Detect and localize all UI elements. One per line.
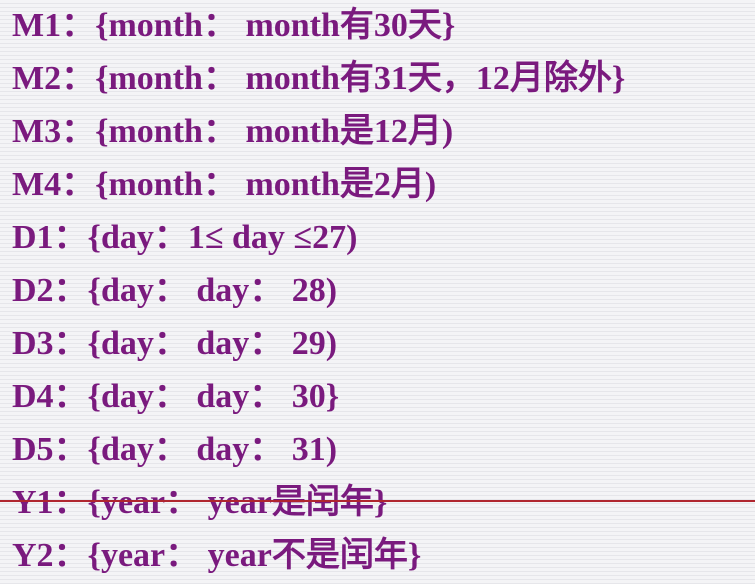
definition-line-d3: D3：{day： day： 29) bbox=[12, 325, 338, 362]
slide: M1：{month： month有30天} M2：{month： month有3… bbox=[0, 0, 755, 584]
definition-line-y2: Y2：{year： year不是闰年} bbox=[12, 537, 422, 574]
definition-line-d2: D2：{day： day： 28) bbox=[12, 272, 338, 309]
definition-line-m2: M2：{month： month有31天，12月除外} bbox=[12, 60, 626, 97]
definition-line-y1: Y1：{year： year是闰年} bbox=[12, 484, 388, 521]
definition-line-d1: D1：{day：1≤ day ≤27) bbox=[12, 219, 358, 256]
definition-line-m1: M1：{month： month有30天} bbox=[12, 7, 456, 44]
horizontal-red-rule bbox=[0, 500, 755, 502]
definition-line-d4: D4：{day： day： 30} bbox=[12, 378, 340, 415]
definition-line-m3: M3：{month： month是12月) bbox=[12, 113, 454, 150]
definition-line-d5: D5：{day： day： 31) bbox=[12, 431, 338, 468]
definition-line-m4: M4：{month： month是2月) bbox=[12, 166, 437, 203]
